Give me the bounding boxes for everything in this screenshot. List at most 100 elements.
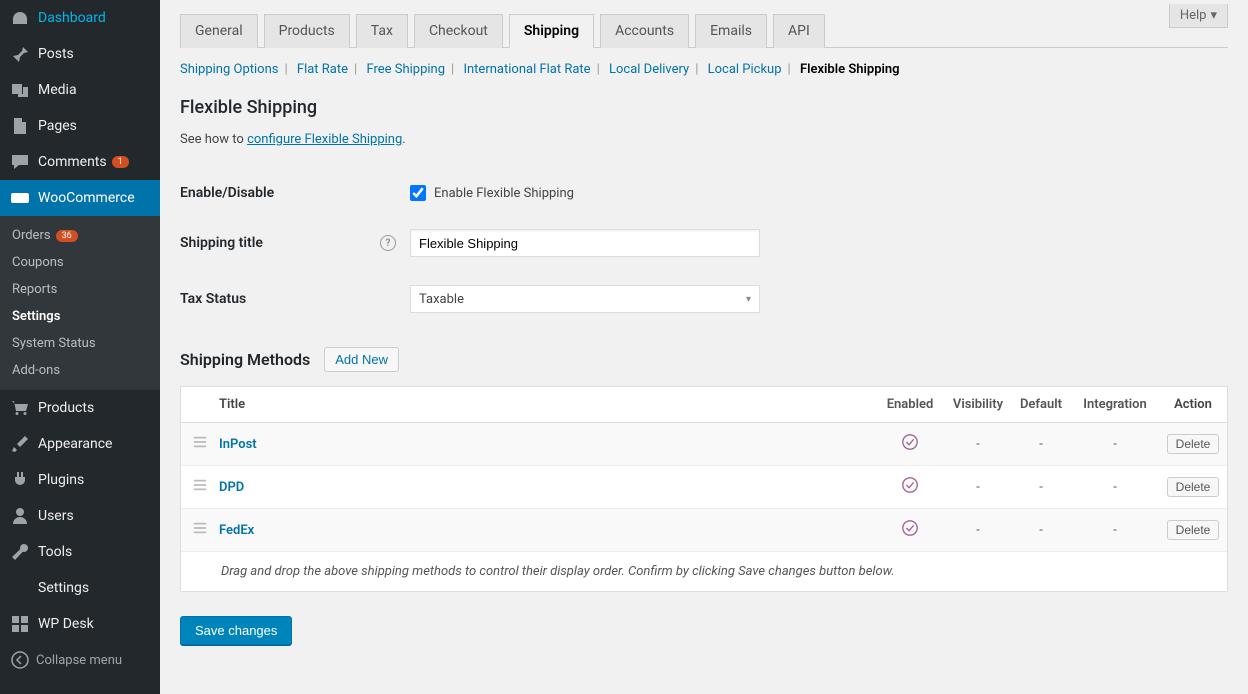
help-tab[interactable]: Help ▾ xyxy=(1169,4,1228,28)
submenu-label: Orders xyxy=(12,228,51,243)
method-link[interactable]: DPD xyxy=(219,480,244,495)
submenu-item-reports[interactable]: Reports xyxy=(0,276,160,303)
col-default: Default xyxy=(1011,397,1071,412)
collapse-menu-button[interactable]: Collapse menu xyxy=(0,642,160,678)
comments-badge: 1 xyxy=(112,156,129,168)
tab-accounts[interactable]: Accounts xyxy=(600,14,689,48)
page-description: See how to configure Flexible Shipping. xyxy=(180,132,1228,147)
sidebar-item-label: Pages xyxy=(38,118,77,134)
cell-integration: - xyxy=(1071,523,1159,538)
gauge-icon xyxy=(10,8,30,28)
drag-handle[interactable] xyxy=(181,478,219,496)
shipping-title-label: Shipping title ? xyxy=(180,235,410,251)
settings-tabs: General Products Tax Checkout Shipping A… xyxy=(180,0,1228,48)
woocommerce-icon xyxy=(10,188,30,208)
collapse-label: Collapse menu xyxy=(36,653,122,668)
table-row: DPD - - - Delete xyxy=(181,466,1227,509)
delete-button[interactable]: Delete xyxy=(1167,477,1220,497)
tab-products[interactable]: Products xyxy=(264,14,350,48)
drag-icon xyxy=(193,521,207,535)
comment-icon xyxy=(10,152,30,172)
sidebar-item-dashboard[interactable]: Dashboard xyxy=(0,0,160,36)
subnav-local-delivery[interactable]: Local Delivery xyxy=(609,62,689,77)
sidebar-item-label: Appearance xyxy=(38,436,112,452)
help-icon[interactable]: ? xyxy=(380,235,396,251)
sidebar-item-pages[interactable]: Pages xyxy=(0,108,160,144)
user-icon xyxy=(10,506,30,526)
drag-handle[interactable] xyxy=(181,435,219,453)
col-title: Title xyxy=(219,397,875,412)
subnav-international-flat-rate[interactable]: International Flat Rate xyxy=(463,62,590,77)
submenu-item-addons[interactable]: Add-ons xyxy=(0,357,160,384)
tab-checkout[interactable]: Checkout xyxy=(414,14,503,48)
subnav-free-shipping[interactable]: Free Shipping xyxy=(366,62,445,77)
sidebar-item-users[interactable]: Users xyxy=(0,498,160,534)
cell-visibility: - xyxy=(945,480,1011,495)
subnav-flexible-shipping: Flexible Shipping xyxy=(800,62,900,77)
sliders-icon xyxy=(10,578,30,598)
check-circle-icon xyxy=(901,476,919,494)
delete-button[interactable]: Delete xyxy=(1167,520,1220,540)
shipping-subnav: Shipping Options| Flat Rate| Free Shippi… xyxy=(180,48,1228,91)
subnav-shipping-options[interactable]: Shipping Options xyxy=(180,62,278,77)
shipping-title-input[interactable] xyxy=(410,229,760,257)
sidebar-item-tools[interactable]: Tools xyxy=(0,534,160,570)
plug-icon xyxy=(10,470,30,490)
grid-icon xyxy=(10,614,30,634)
sidebar-item-woocommerce[interactable]: WooCommerce xyxy=(0,180,160,216)
drag-icon xyxy=(193,478,207,492)
sidebar-item-posts[interactable]: Posts xyxy=(0,36,160,72)
cell-default: - xyxy=(1011,437,1071,452)
submenu-item-coupons[interactable]: Coupons xyxy=(0,249,160,276)
table-row: FedEx - - - Delete xyxy=(181,509,1227,552)
chevron-down-icon: ▾ xyxy=(1210,8,1217,23)
submenu-item-settings[interactable]: Settings xyxy=(0,303,160,330)
sidebar-item-settings[interactable]: Settings xyxy=(0,570,160,606)
sidebar-item-wpdesk[interactable]: WP Desk xyxy=(0,606,160,642)
method-link[interactable]: InPost xyxy=(219,437,257,452)
enable-label: Enable/Disable xyxy=(180,185,410,201)
save-changes-button[interactable]: Save changes xyxy=(180,616,292,645)
cart-icon xyxy=(10,398,30,418)
table-row: InPost - - - Delete xyxy=(181,423,1227,466)
cell-default: - xyxy=(1011,523,1071,538)
enable-checkbox[interactable] xyxy=(410,185,426,201)
subnav-flat-rate[interactable]: Flat Rate xyxy=(297,62,348,77)
subnav-local-pickup[interactable]: Local Pickup xyxy=(708,62,782,77)
sidebar-item-media[interactable]: Media xyxy=(0,72,160,108)
tab-tax[interactable]: Tax xyxy=(356,14,408,48)
sidebar-item-plugins[interactable]: Plugins xyxy=(0,462,160,498)
submenu-item-system-status[interactable]: System Status xyxy=(0,330,160,357)
sidebar-item-label: WooCommerce xyxy=(38,190,135,206)
tab-api[interactable]: API xyxy=(773,14,825,48)
cell-integration: - xyxy=(1071,437,1159,452)
tab-shipping[interactable]: Shipping xyxy=(509,14,594,48)
add-new-button[interactable]: Add New xyxy=(324,347,399,372)
cell-visibility: - xyxy=(945,523,1011,538)
sidebar-item-label: WP Desk xyxy=(38,616,94,632)
submenu-item-orders[interactable]: Orders 36 xyxy=(0,222,160,249)
method-link[interactable]: FedEx xyxy=(219,523,254,538)
tab-emails[interactable]: Emails xyxy=(695,14,767,48)
delete-button[interactable]: Delete xyxy=(1167,434,1220,454)
cell-default: - xyxy=(1011,480,1071,495)
sidebar-item-label: Dashboard xyxy=(38,10,106,26)
tab-general[interactable]: General xyxy=(180,14,258,48)
sidebar-item-comments[interactable]: Comments 1 xyxy=(0,144,160,180)
sidebar-item-appearance[interactable]: Appearance xyxy=(0,426,160,462)
sidebar-item-products[interactable]: Products xyxy=(0,390,160,426)
drag-handle[interactable] xyxy=(181,521,219,539)
tax-status-select[interactable]: Taxable ▾ xyxy=(410,285,760,313)
cell-visibility: - xyxy=(945,437,1011,452)
col-integration: Integration xyxy=(1071,397,1159,412)
submenu-label: Settings xyxy=(12,309,60,324)
chevron-down-icon: ▾ xyxy=(746,294,751,305)
col-enabled: Enabled xyxy=(875,397,945,412)
table-footer-note: Drag and drop the above shipping methods… xyxy=(181,552,1227,591)
sidebar-item-label: Tools xyxy=(38,544,72,560)
pin-icon xyxy=(10,44,30,64)
tax-status-label: Tax Status xyxy=(180,291,410,307)
configure-link[interactable]: configure Flexible Shipping xyxy=(247,132,402,147)
methods-table: Title Enabled Visibility Default Integra… xyxy=(180,386,1228,592)
sidebar-item-label: Products xyxy=(38,400,94,416)
